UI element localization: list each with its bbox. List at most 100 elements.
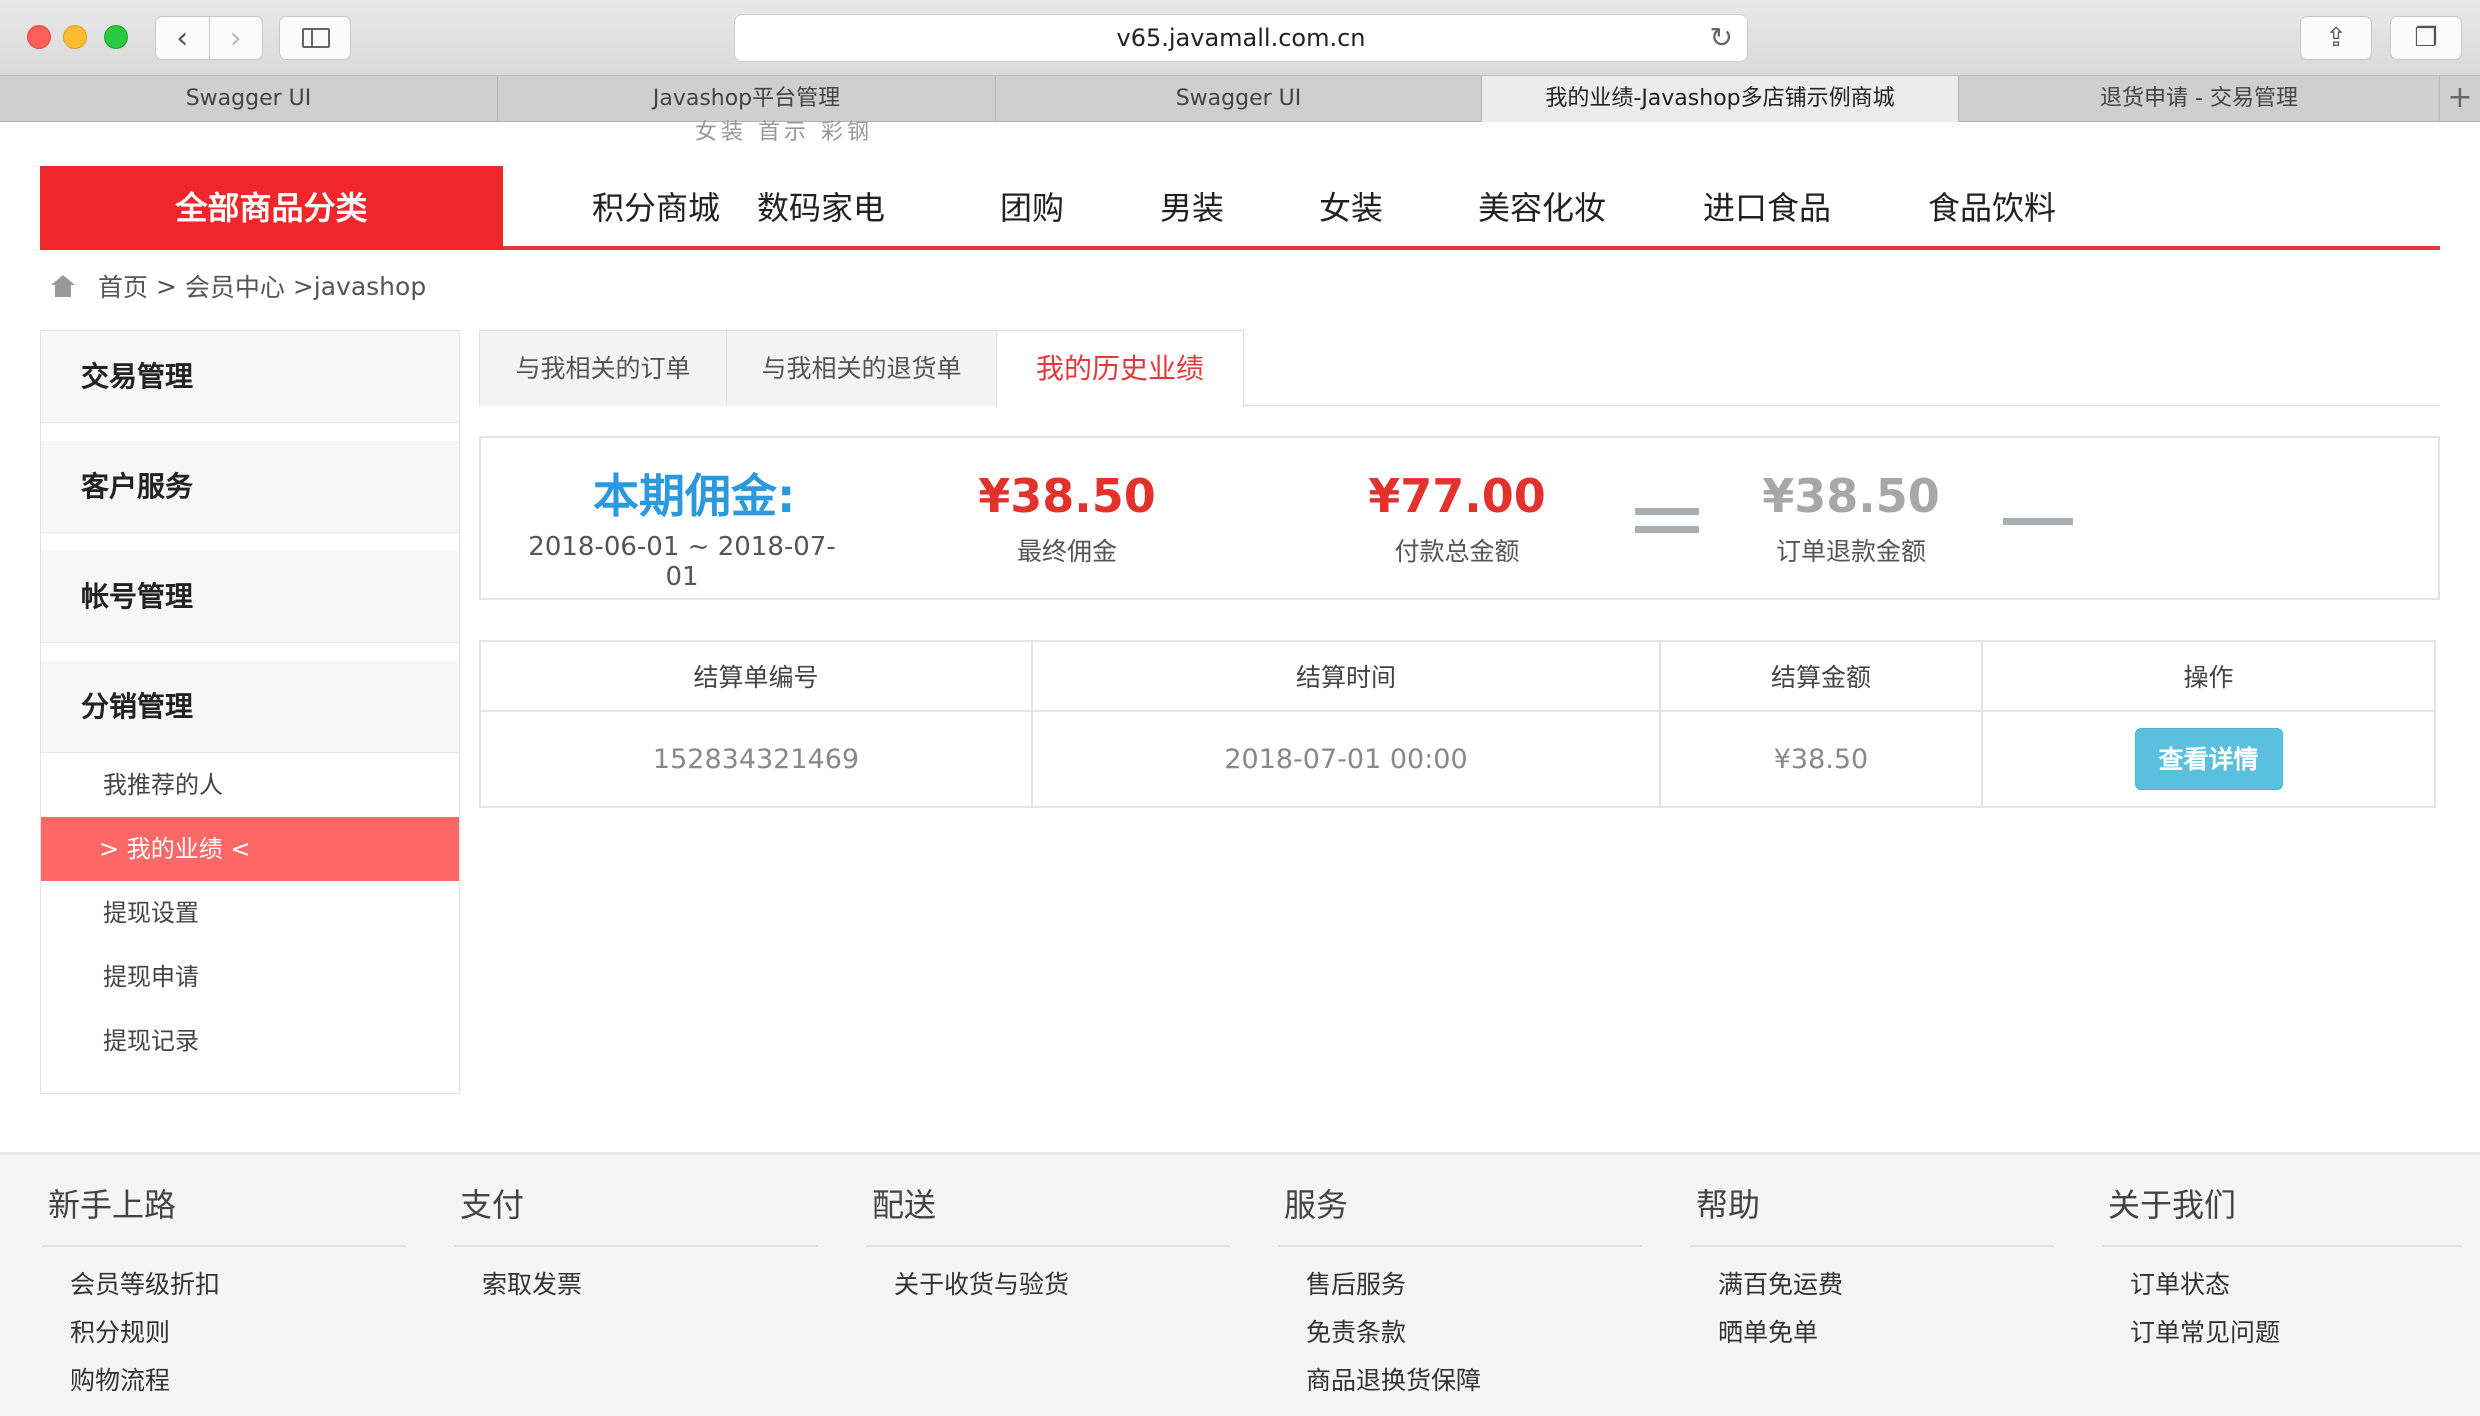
chevron-right-icon[interactable]: › (208, 17, 263, 59)
browser-toolbar: ‹ › v65.javamall.com.cn ↻ ⇪ ❐ (0, 0, 2480, 76)
footer-link[interactable]: 会员等级折扣 (42, 1261, 406, 1309)
header-cut-text: 女装 首示 彩钢 (695, 120, 873, 145)
footer-title: 关于我们 (2102, 1155, 2462, 1247)
final-amount: ¥38.50 (978, 469, 1156, 523)
share-button[interactable]: ⇪ (2300, 16, 2372, 60)
footer-link[interactable]: 免责条款 (1278, 1309, 1642, 1357)
footer-link[interactable]: 商品退换货保障 (1278, 1357, 1642, 1405)
column-header: 结算金额 (1659, 640, 1983, 712)
home-icon (50, 275, 76, 297)
sidebar-item-withdraw-records[interactable]: 提现记录 (41, 1009, 459, 1073)
footer-link[interactable]: 晒单免单 (1690, 1309, 2054, 1357)
category-nav: 全部商品分类 积分商城 数码家电 团购 男装 女装 美容化妆 进口食品 食品饮料 (40, 166, 2440, 250)
paid-total: ¥77.00 付款总金额 (1277, 466, 1637, 568)
member-sidebar: 交易管理 客户服务 帐号管理 分销管理 我推荐的人 > 我的业绩 < 提现设置 … (40, 330, 460, 1094)
category-item[interactable]: 美容化妆 (1437, 166, 1662, 250)
category-item[interactable]: 团购 (951, 166, 1113, 250)
commission-period: 本期佣金: 2018-06-01 ~ 2018-07-01 (517, 466, 847, 592)
reload-icon[interactable]: ↻ (1710, 15, 1733, 61)
category-item[interactable]: 积分商城 (503, 166, 727, 250)
tabs-overview-button[interactable]: ❐ (2390, 16, 2462, 60)
site-footer: 新手上路 会员等级折扣 积分规则 购物流程 支付 索取发票 配送 关于收货与验货… (0, 1152, 2480, 1416)
footer-link[interactable]: 积分规则 (42, 1309, 406, 1357)
footer-link[interactable]: 购物流程 (42, 1357, 406, 1405)
footer-title: 新手上路 (42, 1155, 406, 1247)
sidebar-section-distribution[interactable]: 分销管理 (41, 661, 459, 753)
category-item[interactable]: 食品饮料 (1887, 166, 2112, 250)
browser-tab[interactable]: Swagger UI (0, 76, 498, 122)
footer-link[interactable]: 索取发票 (454, 1261, 818, 1309)
breadcrumb-separator: > (148, 271, 185, 301)
table-row: 152834321469 2018-07-01 00:00 ¥38.50 查看详… (479, 710, 2436, 808)
tab-history-performance[interactable]: 我的历史业绩 (996, 330, 1244, 407)
view-details-button[interactable]: 查看详情 (2134, 728, 2283, 790)
final-commission: ¥38.50 最终佣金 (887, 466, 1247, 568)
breadcrumb-current: javashop (313, 271, 427, 301)
share-icon: ⇪ (2325, 23, 2347, 53)
sidebar-icon (302, 28, 330, 48)
settlement-table: 结算单编号 结算时间 结算金额 操作 152834321469 2018-07-… (479, 640, 2436, 808)
content-tabs: 与我相关的订单 与我相关的退货单 我的历史业绩 (479, 330, 2440, 407)
sidebar-item-withdraw-settings[interactable]: 提现设置 (41, 881, 459, 945)
footer-link[interactable]: 订单状态 (2102, 1261, 2462, 1309)
footer-link[interactable]: 订单常见问题 (2102, 1309, 2462, 1357)
footer-column: 配送 关于收货与验货 (866, 1155, 1230, 1309)
sidebar-item-withdraw-request[interactable]: 提现申请 (41, 945, 459, 1009)
column-header: 操作 (1981, 640, 2436, 712)
footer-title: 服务 (1278, 1155, 1642, 1247)
address-bar[interactable]: v65.javamall.com.cn ↻ (734, 14, 1748, 62)
plus-icon[interactable]: + (2440, 76, 2480, 121)
refund-amount: ¥38.50 (1762, 469, 1940, 523)
footer-title: 配送 (866, 1155, 1230, 1247)
page-content: 女装 首示 彩钢 全部商品分类 积分商城 数码家电 团购 男装 女装 美容化妆 … (0, 120, 2480, 1416)
category-item[interactable]: 女装 (1272, 166, 1437, 250)
footer-title: 帮助 (1690, 1155, 2054, 1247)
paid-label: 付款总金额 (1394, 537, 1520, 566)
footer-column: 帮助 满百免运费 晒单免单 (1690, 1155, 2054, 1357)
minimize-window-button[interactable] (63, 25, 87, 49)
footer-title: 支付 (454, 1155, 818, 1247)
breadcrumb-separator: > (284, 271, 314, 301)
browser-tab-active[interactable]: 我的业绩-Javashop多店铺示例商城 (1482, 76, 1959, 122)
sidebar-toggle-button[interactable] (279, 16, 351, 60)
category-item[interactable]: 男装 (1113, 166, 1272, 250)
final-label: 最终佣金 (1016, 537, 1117, 566)
refund-label: 订单退款金额 (1775, 537, 1926, 566)
tabs-overview-icon: ❐ (2414, 23, 2438, 53)
footer-link[interactable]: 关于收货与验货 (866, 1261, 1230, 1309)
column-header: 结算时间 (1031, 640, 1661, 712)
footer-link[interactable]: 售后服务 (1278, 1261, 1642, 1309)
settlement-time: 2018-07-01 00:00 (1031, 710, 1661, 808)
category-list: 积分商城 数码家电 团购 男装 女装 美容化妆 进口食品 食品饮料 (503, 166, 2112, 250)
table-header-row: 结算单编号 结算时间 结算金额 操作 (479, 640, 2436, 712)
zoom-window-button[interactable] (104, 25, 128, 49)
history-nav: ‹ › (155, 16, 263, 60)
commission-summary: 本期佣金: 2018-06-01 ~ 2018-07-01 ¥38.50 最终佣… (479, 436, 2440, 600)
settlement-id: 152834321469 (479, 710, 1033, 808)
tab-related-orders[interactable]: 与我相关的订单 (479, 330, 727, 406)
refund-total: ¥38.50 订单退款金额 (1671, 466, 2031, 568)
tab-related-returns[interactable]: 与我相关的退货单 (726, 330, 997, 406)
breadcrumb-home[interactable]: 首页 (98, 268, 148, 304)
browser-tab[interactable]: 退货申请 - 交易管理 (1959, 76, 2440, 122)
all-categories-button[interactable]: 全部商品分类 (40, 166, 503, 250)
footer-link[interactable]: 满百免运费 (1690, 1261, 2054, 1309)
column-header: 结算单编号 (479, 640, 1033, 712)
sidebar-section-trade[interactable]: 交易管理 (41, 331, 459, 423)
category-item[interactable]: 数码家电 (727, 166, 951, 250)
chevron-left-icon[interactable]: ‹ (156, 17, 209, 59)
browser-tab[interactable]: Swagger UI (996, 76, 1482, 122)
sidebar-item-my-performance[interactable]: > 我的业绩 < (41, 817, 459, 881)
footer-column: 关于我们 订单状态 订单常见问题 (2102, 1155, 2462, 1357)
category-item[interactable]: 进口食品 (1662, 166, 1887, 250)
sidebar-section-service[interactable]: 客户服务 (41, 441, 459, 533)
sidebar-section-account[interactable]: 帐号管理 (41, 551, 459, 643)
sidebar-item-referrals[interactable]: 我推荐的人 (41, 753, 459, 817)
close-window-button[interactable] (27, 25, 51, 49)
breadcrumb: 首页 > 会员中心 > javashop (50, 268, 426, 304)
browser-tab-bar: Swagger UI Javashop平台管理 Swagger UI 我的业绩-… (0, 76, 2480, 122)
period-text: 2018-06-01 ~ 2018-07-01 (528, 532, 836, 592)
footer-column: 支付 索取发票 (454, 1155, 818, 1309)
breadcrumb-member-center[interactable]: 会员中心 (185, 268, 285, 304)
url-text: v65.javamall.com.cn (1116, 24, 1366, 52)
